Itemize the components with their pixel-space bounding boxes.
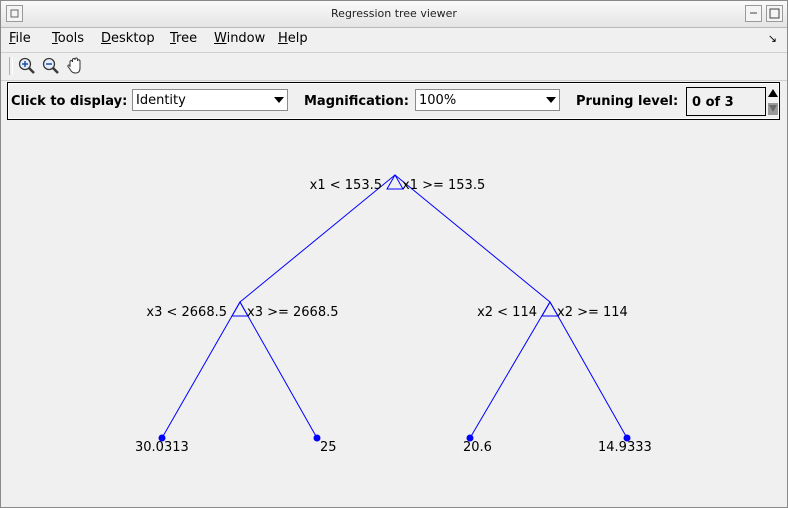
tree-canvas[interactable]: x1 < 153.5 x1 >= 153.5 x3 < 2668.5 x3 >=… — [7, 121, 778, 501]
branch-node-right[interactable] — [541, 300, 559, 317]
pruning-label: Pruning level: — [576, 94, 679, 109]
menu-tools-label: ools — [57, 31, 85, 46]
tree-edge — [161, 301, 241, 439]
display-select-value: Identity — [136, 93, 186, 108]
magnification-label: Magnification: — [304, 94, 409, 109]
tree-edge — [394, 174, 551, 303]
pan-button[interactable] — [65, 56, 85, 76]
tree-edge — [469, 301, 551, 439]
maximize-icon — [769, 8, 780, 19]
left-node-right-rule: x3 >= 2668.5 — [247, 305, 339, 320]
right-node-left-rule: x2 < 114 — [477, 305, 537, 320]
zoom-in-button[interactable] — [17, 56, 37, 76]
tree-edge — [549, 301, 628, 439]
menu-window-label: indow — [226, 31, 266, 46]
menu-file[interactable]: File — [9, 31, 31, 46]
display-select[interactable]: Identity — [132, 89, 288, 111]
menu-help[interactable]: Help — [278, 31, 308, 46]
spin-up-icon[interactable] — [768, 89, 778, 97]
pruning-spinner[interactable] — [767, 86, 779, 117]
leaf-value: 25 — [320, 440, 337, 455]
tree-edge — [239, 301, 318, 439]
zoom-out-icon — [42, 57, 59, 74]
leaf-value: 30.0313 — [135, 440, 189, 455]
menu-window-mnemonic: W — [214, 31, 227, 46]
menu-tools[interactable]: Tools — [52, 31, 84, 46]
minimize-icon — [750, 12, 757, 14]
zoom-out-button[interactable] — [41, 56, 61, 76]
leaf-value: 14.9333 — [598, 440, 652, 455]
leaf-value: 20.6 — [463, 440, 492, 455]
branch-node-left[interactable] — [231, 300, 249, 317]
window-title: Regression tree viewer — [331, 7, 457, 20]
menu-bar: File Tools Desktop Tree Window Help ↘ — [1, 28, 787, 50]
menu-window[interactable]: Window — [214, 31, 265, 46]
zoom-in-icon — [18, 57, 35, 74]
tree-edge — [239, 174, 396, 303]
chevron-down-icon — [546, 97, 556, 103]
magnification-select-value: 100% — [419, 93, 457, 108]
root-left-rule: x1 < 153.5 — [310, 178, 382, 193]
toolbar — [1, 52, 787, 81]
menu-tree-label: ree — [176, 31, 198, 46]
menu-tree[interactable]: Tree — [170, 31, 197, 46]
pruning-level-field: 0 of 3 — [686, 87, 766, 116]
menu-file-label: ile — [15, 31, 31, 46]
spinner-arrows-icon — [768, 89, 778, 115]
regression-tree[interactable]: x1 < 153.5 x1 >= 153.5 x3 < 2668.5 x3 >=… — [7, 121, 778, 501]
title-bar: Regression tree viewer — [1, 1, 787, 28]
dock-arrow-icon[interactable]: ↘ — [768, 32, 777, 45]
toolbar-grip — [9, 57, 13, 75]
right-node-right-rule: x2 >= 114 — [557, 305, 628, 320]
left-node-left-rule: x3 < 2668.5 — [146, 305, 227, 320]
menu-desktop-mnemonic: D — [101, 31, 112, 46]
menu-desktop[interactable]: Desktop — [101, 31, 155, 46]
menu-help-label: elp — [287, 31, 308, 46]
branch-node-root[interactable] — [386, 173, 404, 190]
display-label: Click to display: — [11, 94, 128, 109]
magnification-select[interactable]: 100% — [415, 89, 560, 111]
app-window: Regression tree viewer File Tools Deskto… — [0, 0, 788, 508]
pruning-level-value: 0 of 3 — [692, 95, 734, 110]
pan-hand-icon — [67, 57, 81, 74]
control-panel: Click to display: Identity Magnification… — [7, 82, 780, 120]
minimize-button[interactable] — [745, 5, 762, 22]
menu-help-mnemonic: H — [278, 31, 288, 46]
root-right-rule: x1 >= 153.5 — [402, 178, 485, 193]
menu-desktop-label: esktop — [111, 31, 155, 46]
maximize-button[interactable] — [766, 5, 783, 22]
chevron-down-icon — [274, 97, 284, 103]
